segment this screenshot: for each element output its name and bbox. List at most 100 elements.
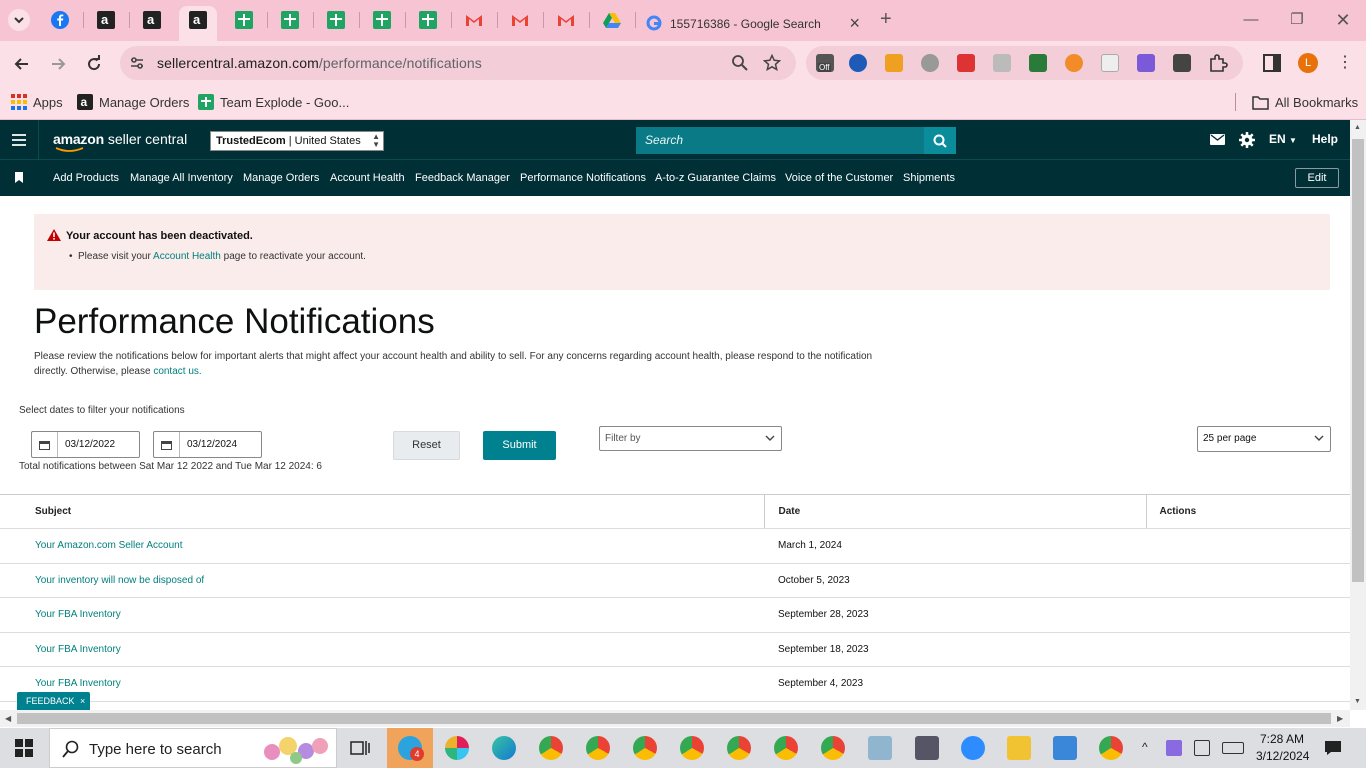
scroll-right-arrow-icon[interactable]: ▶ bbox=[1337, 714, 1343, 723]
tab-google-search[interactable]: 155716386 - Google Search × bbox=[640, 6, 868, 41]
tray-chevron-up-icon[interactable]: ^ bbox=[1142, 740, 1148, 754]
nav-manage-orders[interactable]: Manage Orders bbox=[243, 172, 319, 184]
bookmark-team-explode[interactable]: Team Explode - Goo... bbox=[198, 92, 349, 112]
taskbar-search[interactable]: Type here to search bbox=[49, 728, 337, 768]
extension-orange-icon[interactable] bbox=[1065, 54, 1083, 72]
address-bar[interactable]: sellercentral.amazon.com/performance/not… bbox=[120, 46, 796, 80]
subject-link[interactable]: Your FBA Inventory bbox=[0, 597, 764, 633]
task-view-icon[interactable] bbox=[350, 739, 370, 757]
extension-blue-icon[interactable] bbox=[849, 54, 867, 72]
extension-off-icon[interactable]: Off bbox=[816, 54, 834, 72]
chrome-icon[interactable] bbox=[727, 736, 751, 760]
account-health-link[interactable]: Account Health bbox=[153, 251, 221, 262]
tab-sheets-2[interactable] bbox=[278, 8, 302, 32]
back-button[interactable] bbox=[9, 51, 35, 77]
tab-sheets-1[interactable] bbox=[232, 8, 256, 32]
search-button[interactable] bbox=[924, 127, 956, 154]
close-icon[interactable]: × bbox=[80, 696, 85, 706]
site-settings-icon[interactable] bbox=[129, 55, 145, 71]
vertical-scrollbar-thumb[interactable] bbox=[1352, 139, 1364, 582]
edit-nav-button[interactable]: Edit bbox=[1295, 168, 1339, 188]
chrome-icon[interactable] bbox=[1099, 736, 1123, 760]
close-window-button[interactable]: ✕ bbox=[1332, 10, 1354, 32]
keyboard-icon[interactable] bbox=[1222, 742, 1244, 754]
search-input[interactable]: Search bbox=[636, 127, 924, 154]
tab-facebook[interactable] bbox=[48, 8, 72, 32]
end-date-input[interactable]: 03/12/2024 bbox=[153, 431, 262, 458]
chrome-icon[interactable] bbox=[633, 736, 657, 760]
contact-us-link[interactable]: contact us. bbox=[153, 366, 201, 377]
nav-account-health[interactable]: Account Health bbox=[330, 172, 405, 184]
language-selector[interactable]: EN ▼ bbox=[1269, 132, 1297, 146]
extension-rs-icon[interactable] bbox=[1029, 54, 1047, 72]
mail-icon[interactable] bbox=[1210, 134, 1225, 145]
chrome-icon[interactable] bbox=[539, 736, 563, 760]
bookmark-manage-orders[interactable]: a Manage Orders bbox=[77, 92, 189, 112]
browser-menu-icon[interactable]: ⋮ bbox=[1337, 53, 1353, 73]
seller-central-logo[interactable]: amazon seller central bbox=[53, 131, 187, 152]
taskbar-telegram[interactable]: 4 bbox=[387, 728, 433, 768]
extension-red-icon[interactable] bbox=[957, 54, 975, 72]
windows-start-icon[interactable] bbox=[15, 739, 33, 757]
gear-icon[interactable] bbox=[1239, 132, 1255, 148]
tab-gmail-3[interactable] bbox=[554, 8, 578, 32]
extension-globe-icon[interactable] bbox=[921, 54, 939, 72]
extension-qr-icon[interactable] bbox=[1173, 54, 1191, 72]
nav-add-products[interactable]: Add Products bbox=[53, 172, 119, 184]
per-page-select[interactable]: 25 per page bbox=[1197, 426, 1331, 452]
submit-button[interactable]: Submit bbox=[483, 431, 556, 460]
store-selector[interactable]: TrustedEcom | United States ▲ ▼ bbox=[210, 131, 384, 151]
extension-gray-icon[interactable] bbox=[993, 54, 1011, 72]
subject-link[interactable]: Your inventory will now be disposed of bbox=[0, 563, 764, 598]
calculator-icon[interactable] bbox=[915, 736, 939, 760]
chrome-icon[interactable] bbox=[821, 736, 845, 760]
tab-amazon-3[interactable]: a bbox=[186, 8, 210, 32]
bookmark-apps[interactable]: Apps bbox=[11, 92, 63, 112]
subject-link[interactable]: Your Amazon.com Seller Account bbox=[0, 528, 764, 564]
profile-avatar[interactable]: L bbox=[1298, 53, 1318, 73]
minimize-button[interactable]: — bbox=[1240, 10, 1262, 32]
tab-sheets-3[interactable] bbox=[324, 8, 348, 32]
chrome-icon[interactable] bbox=[586, 736, 610, 760]
nav-shipments[interactable]: Shipments bbox=[903, 172, 955, 184]
filter-by-select[interactable]: Filter by bbox=[599, 426, 782, 451]
taskbar-clock[interactable]: 7:28 AM 3/12/2024 bbox=[1256, 731, 1309, 765]
calendar-icon[interactable] bbox=[154, 432, 180, 457]
extension-pen-icon[interactable] bbox=[1137, 54, 1155, 72]
subject-link[interactable]: Your FBA Inventory bbox=[0, 632, 764, 667]
photos-icon[interactable] bbox=[1053, 736, 1077, 760]
extension-bar-icon[interactable] bbox=[1101, 54, 1119, 72]
tab-gmail-1[interactable] bbox=[462, 8, 486, 32]
slack-icon[interactable] bbox=[445, 736, 469, 760]
bookmark-star-icon[interactable] bbox=[763, 54, 781, 72]
scroll-down-arrow-icon[interactable]: ▼ bbox=[1354, 698, 1361, 705]
tray-ink-icon[interactable] bbox=[1194, 740, 1210, 756]
chrome-icon[interactable] bbox=[774, 736, 798, 760]
restore-button[interactable]: ❐ bbox=[1286, 10, 1308, 32]
feedback-button[interactable]: FEEDBACK × bbox=[17, 692, 90, 710]
bookmark-icon[interactable] bbox=[15, 172, 23, 183]
help-link[interactable]: Help bbox=[1312, 132, 1338, 146]
edge-icon[interactable] bbox=[492, 736, 516, 760]
reset-button[interactable]: Reset bbox=[393, 431, 460, 460]
zoom-app-icon[interactable] bbox=[961, 736, 985, 760]
zoom-icon[interactable] bbox=[731, 54, 749, 72]
close-tab-icon[interactable]: × bbox=[849, 13, 860, 34]
scroll-up-arrow-icon[interactable]: ▲ bbox=[1354, 124, 1361, 131]
nav-manage-all-inventory[interactable]: Manage All Inventory bbox=[130, 172, 233, 184]
subject-link[interactable]: Your FBA Inventory bbox=[0, 666, 764, 702]
notifications-icon[interactable] bbox=[1324, 740, 1342, 756]
forward-button[interactable] bbox=[45, 51, 71, 77]
nav-performance-notifications[interactable]: Performance Notifications bbox=[520, 172, 646, 184]
tab-sheets-5[interactable] bbox=[416, 8, 440, 32]
file-explorer-icon[interactable] bbox=[1007, 736, 1031, 760]
tab-sheets-4[interactable] bbox=[370, 8, 394, 32]
nav-feedback-manager[interactable]: Feedback Manager bbox=[415, 172, 510, 184]
side-panel-icon[interactable] bbox=[1263, 54, 1281, 72]
hamburger-menu-icon[interactable] bbox=[12, 134, 26, 146]
scroll-left-arrow-icon[interactable]: ◀ bbox=[5, 714, 11, 723]
all-bookmarks[interactable]: All Bookmarks bbox=[1252, 92, 1358, 112]
puzzle-icon[interactable] bbox=[1208, 53, 1228, 73]
calendar-icon[interactable] bbox=[32, 432, 58, 457]
tab-amazon-1[interactable]: a bbox=[94, 8, 118, 32]
